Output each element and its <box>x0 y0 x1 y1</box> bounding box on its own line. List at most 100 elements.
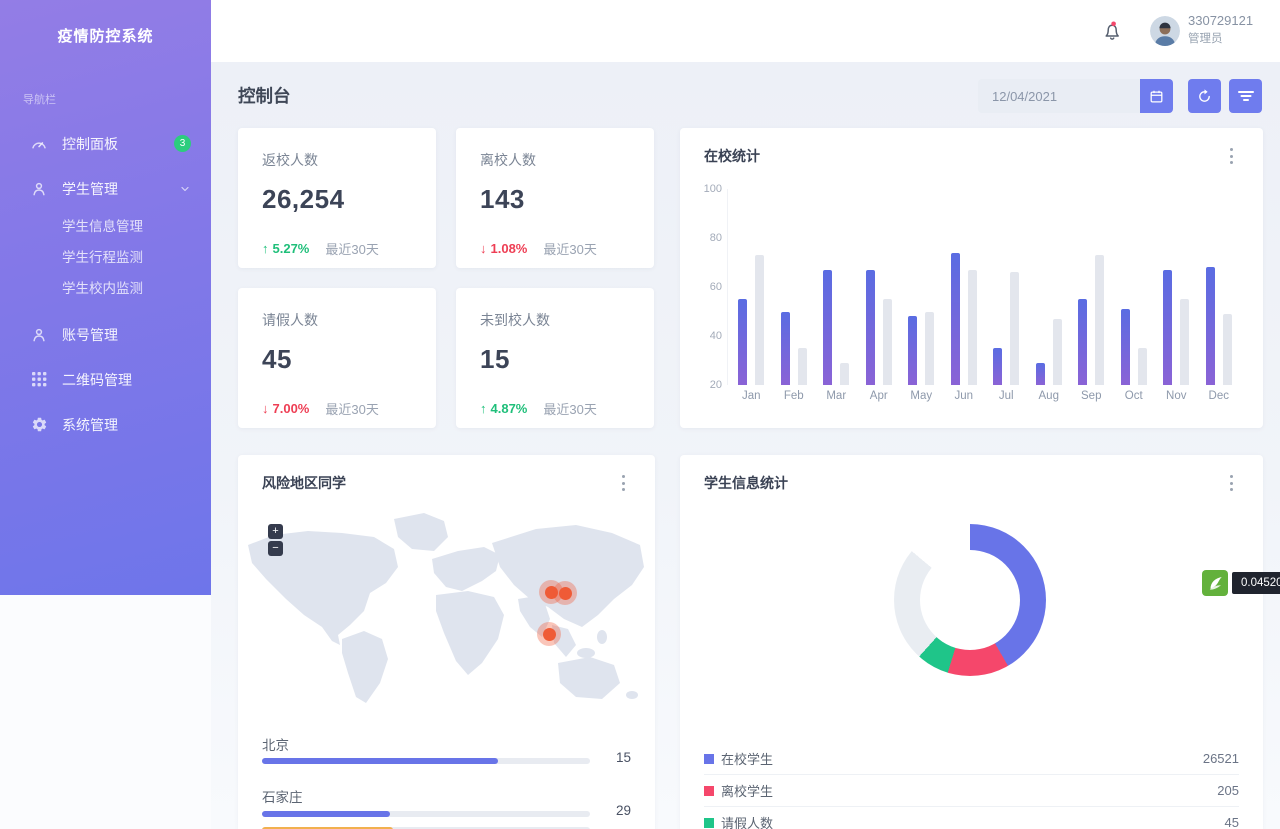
leaf-logo-icon <box>1202 570 1228 596</box>
y-axis-tick: 40 <box>696 329 722 343</box>
bar-apr-secondary <box>883 299 892 385</box>
legend-row-3: 请假人数45 <box>704 807 1239 829</box>
bar-feb-secondary <box>798 348 807 385</box>
tooltip-value: 0.045200 <box>1232 572 1280 594</box>
bar-jan-secondary <box>755 255 764 385</box>
sidebar-item-qrcode[interactable]: 二维码管理 <box>0 357 211 402</box>
filter-button[interactable] <box>1229 79 1262 113</box>
bar-apr-primary <box>866 270 875 385</box>
campus-bar-plot: 20406080100JanFebMarAprMayJunJulAugSepOc… <box>680 128 1263 428</box>
x-axis-label: Jan <box>731 390 771 402</box>
stat-label: 未到校人数 <box>480 310 630 330</box>
user-avatar[interactable] <box>1150 16 1180 46</box>
sidebar-item-label: 账号管理 <box>62 325 191 345</box>
bar-jan-primary <box>738 299 747 385</box>
legend-label: 请假人数 <box>721 813 1225 829</box>
user-icon <box>30 180 48 198</box>
x-axis-label: Jul <box>986 390 1026 402</box>
stat-value: 45 <box>262 344 412 375</box>
stat-delta: ↓1.08%最近30天 <box>480 239 630 258</box>
bar-sep-secondary <box>1095 255 1104 385</box>
gear-icon <box>30 416 48 434</box>
bar-jun-primary <box>951 253 960 385</box>
risk-progress-track <box>262 811 590 817</box>
risk-area-name: 石家庄 <box>262 786 303 806</box>
calendar-button[interactable] <box>1140 79 1173 113</box>
date-input[interactable] <box>978 79 1140 113</box>
user-meta: 330729121 管理员 <box>1188 13 1253 46</box>
bar-feb-primary <box>781 312 790 386</box>
x-axis-label: Mar <box>816 390 856 402</box>
donut-legend: 在校学生26521离校学生205请假人数45 <box>704 743 1239 829</box>
x-axis-label: Nov <box>1156 390 1196 402</box>
grid-dots-icon <box>30 371 48 389</box>
stat-delta: ↑5.27%最近30天 <box>262 239 412 258</box>
bar-mar-secondary <box>840 363 849 385</box>
arrow-down-icon: ↓ <box>262 401 269 416</box>
risk-progress-track <box>262 758 590 764</box>
notification-badge: 3 <box>174 135 191 152</box>
sidebar-subitem-3[interactable]: 学生校内监测 <box>0 273 211 304</box>
legend-label: 在校学生 <box>721 749 1203 768</box>
stat-delta-period: 最近30天 <box>325 399 378 418</box>
bar-nov-primary <box>1163 270 1172 385</box>
user-role: 管理员 <box>1188 30 1253 46</box>
nav-section-label: 导航栏 <box>23 91 211 107</box>
sidebar-item-label: 系统管理 <box>62 415 191 435</box>
stat-value: 15 <box>480 344 630 375</box>
bar-jul-primary <box>993 348 1002 385</box>
chevron-down-icon <box>179 183 191 195</box>
bar-oct-secondary <box>1138 348 1147 385</box>
risk-area-value: 29 <box>591 803 631 818</box>
main-content: 控制台 返校人数26,254↑5.27%最近30天离校人数143↓1.08%最近… <box>211 62 1280 829</box>
sidebar-item-label: 控制面板 <box>62 134 174 154</box>
sidebar-item-dashboard[interactable]: 控制面板3 <box>0 121 211 166</box>
legend-row-1: 在校学生26521 <box>704 743 1239 775</box>
refresh-button[interactable] <box>1188 79 1221 113</box>
y-axis-tick: 80 <box>696 231 722 245</box>
arrow-up-icon: ↑ <box>480 401 487 416</box>
legend-row-2: 离校学生205 <box>704 775 1239 807</box>
campus-statistics-card: 在校统计 20406080100JanFebMarAprMayJunJulAug… <box>680 128 1263 428</box>
kebab-menu-icon[interactable] <box>617 475 629 491</box>
notification-bell-icon[interactable] <box>1100 20 1124 44</box>
nav-menu: 控制面板3学生管理学生信息管理学生行程监测学生校内监测账号管理二维码管理系统管理 <box>0 121 211 447</box>
user-id: 330729121 <box>1188 13 1253 28</box>
sidebar-item-students[interactable]: 学生管理 <box>0 166 211 211</box>
stat-value: 143 <box>480 184 630 215</box>
legend-value: 205 <box>1217 783 1239 798</box>
risk-progress-fill <box>262 811 390 817</box>
bar-oct-primary <box>1121 309 1130 385</box>
refresh-icon <box>1197 89 1212 104</box>
legend-value: 26521 <box>1203 751 1239 766</box>
sidebar-subitem-1[interactable]: 学生信息管理 <box>0 211 211 242</box>
map-marker-3[interactable] <box>537 622 561 646</box>
y-axis-tick: 100 <box>696 182 722 196</box>
stat-delta-percent: 5.27% <box>273 241 310 256</box>
risk-progress-fill <box>262 758 498 764</box>
date-picker-group <box>978 79 1173 113</box>
bar-aug-secondary <box>1053 319 1062 385</box>
sidebar-item-accounts[interactable]: 账号管理 <box>0 312 211 357</box>
sidebar-item-label: 二维码管理 <box>62 370 191 390</box>
stat-delta: ↓7.00%最近30天 <box>262 399 412 418</box>
legend-value: 45 <box>1225 815 1239 829</box>
app-title: 疫情防控系统 <box>0 0 211 46</box>
y-axis-tick: 20 <box>696 378 722 392</box>
stat-card-1: 返校人数26,254↑5.27%最近30天 <box>238 128 436 268</box>
stat-delta-percent: 4.87% <box>491 401 528 416</box>
stat-delta-period: 最近30天 <box>325 239 378 258</box>
map-marker-2[interactable] <box>553 581 577 605</box>
map-zoom-out-button[interactable]: − <box>268 541 283 556</box>
stat-delta-percent: 1.08% <box>491 241 528 256</box>
world-map[interactable]: + − <box>246 507 648 707</box>
map-zoom-in-button[interactable]: + <box>268 524 283 539</box>
sidebar-item-system[interactable]: 系统管理 <box>0 402 211 447</box>
stat-label: 返校人数 <box>262 150 412 170</box>
sidebar-subitem-2[interactable]: 学生行程监测 <box>0 242 211 273</box>
calendar-icon <box>1149 89 1164 104</box>
stat-delta-period: 最近30天 <box>543 399 596 418</box>
kebab-menu-icon[interactable] <box>1225 475 1237 491</box>
stat-card-3: 请假人数45↓7.00%最近30天 <box>238 288 436 428</box>
gauge-icon <box>30 135 48 153</box>
